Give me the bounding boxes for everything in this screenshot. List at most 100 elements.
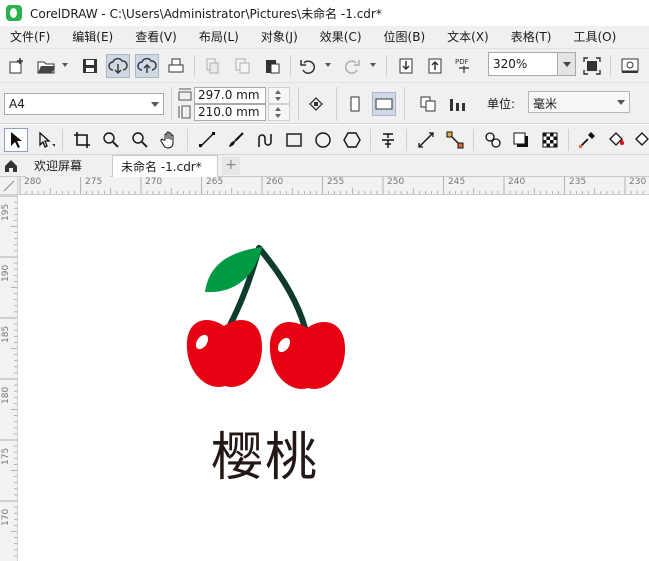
- ruler-origin[interactable]: [0, 177, 18, 195]
- ruler-label: 175: [1, 447, 11, 465]
- menu-object[interactable]: 对象(J): [250, 26, 309, 48]
- current-page-size-button[interactable]: [445, 92, 469, 116]
- pick-tool[interactable]: [4, 128, 28, 152]
- text-tool[interactable]: [376, 128, 400, 152]
- open-dropdown-caret[interactable]: [62, 63, 68, 67]
- pointer-arrow-icon: [11, 132, 22, 148]
- redo-dropdown-caret[interactable]: [370, 63, 376, 67]
- print-icon: [168, 58, 184, 73]
- open-button[interactable]: [34, 54, 58, 78]
- print-button[interactable]: [164, 54, 188, 78]
- connector-tool[interactable]: [443, 128, 467, 152]
- options-button[interactable]: [618, 54, 642, 78]
- ruler-label: 255: [327, 177, 345, 187]
- redo-button[interactable]: [340, 54, 364, 78]
- rectangle-icon: [286, 133, 302, 147]
- export-button[interactable]: [423, 54, 447, 78]
- ellipse-tool[interactable]: [311, 128, 335, 152]
- zoom-dropdown-button[interactable]: [557, 53, 575, 75]
- freehand-tool[interactable]: [195, 128, 219, 152]
- cherry-left[interactable]: [186, 319, 263, 387]
- save-button[interactable]: [78, 54, 102, 78]
- cloud-download-button[interactable]: [106, 54, 130, 78]
- zoom-level-combobox[interactable]: 320%: [488, 52, 576, 76]
- menu-text[interactable]: 文本(X): [436, 26, 500, 48]
- ruler-label: 195: [1, 203, 11, 221]
- save-icon: [83, 59, 97, 73]
- vertical-ruler[interactable]: 195 190 185 180 175 170: [0, 195, 18, 561]
- tab-document[interactable]: 未命名 -1.cdr*: [112, 155, 218, 177]
- cherry-illustration[interactable]: [19, 196, 649, 561]
- menu-table[interactable]: 表格(T): [500, 26, 563, 48]
- ruler-label: 265: [206, 177, 224, 187]
- drop-shadow-tool[interactable]: [509, 128, 533, 152]
- menu-layout[interactable]: 布局(L): [188, 26, 250, 48]
- page-orientation-icon: [309, 97, 323, 111]
- page-width-input[interactable]: 297.0 mm: [194, 87, 266, 104]
- all-pages-button[interactable]: [304, 92, 328, 116]
- blend-icon: [485, 132, 501, 148]
- home-tab[interactable]: [0, 155, 22, 177]
- brush-icon: [229, 132, 244, 147]
- all-pages-size-button[interactable]: [416, 92, 440, 116]
- interactive-fill-tool[interactable]: [604, 128, 628, 152]
- toolbox: [0, 125, 649, 155]
- cherry-caption-text[interactable]: 樱桃: [211, 415, 319, 490]
- pan-tool[interactable]: [157, 128, 181, 152]
- paste-button[interactable]: [260, 54, 284, 78]
- horizontal-ruler[interactable]: 280 275 270 265 260 255 250 245 240 235 …: [18, 177, 649, 195]
- import-button[interactable]: [394, 54, 418, 78]
- transparency-tool[interactable]: [538, 128, 562, 152]
- publish-pdf-button[interactable]: PDF: [452, 54, 476, 78]
- drawing-canvas[interactable]: 樱桃: [19, 196, 649, 561]
- dimension-icon: [418, 132, 434, 148]
- blend-tool[interactable]: [481, 128, 505, 152]
- menu-file[interactable]: 文件(F): [0, 26, 61, 48]
- full-screen-preview-button[interactable]: [580, 54, 604, 78]
- page-width-spinner[interactable]: [268, 87, 290, 104]
- cut-button[interactable]: [200, 54, 224, 78]
- copy-button[interactable]: [230, 54, 254, 78]
- page-size-select[interactable]: A4: [4, 93, 164, 115]
- menu-edit[interactable]: 编辑(E): [61, 26, 124, 48]
- eyedropper-tool[interactable]: [575, 128, 599, 152]
- landscape-button[interactable]: [372, 92, 396, 116]
- units-value: 毫米: [533, 97, 558, 111]
- portrait-button[interactable]: [343, 92, 367, 116]
- rectangle-tool[interactable]: [282, 128, 306, 152]
- page-height-spinner[interactable]: [268, 104, 290, 121]
- new-tab-button[interactable]: +: [222, 157, 240, 175]
- menu-bitmaps[interactable]: 位图(B): [373, 26, 437, 48]
- export-icon: [428, 58, 442, 74]
- units-select[interactable]: 毫米: [528, 91, 630, 113]
- menu-view[interactable]: 查看(V): [124, 26, 188, 48]
- new-document-icon: [9, 58, 23, 74]
- shape-tool[interactable]: [33, 128, 57, 152]
- ruler-label: 250: [387, 177, 405, 187]
- pages-icon: [420, 96, 436, 112]
- undo-icon: [300, 60, 316, 74]
- cherry-right[interactable]: [269, 321, 346, 389]
- smart-fill-tool[interactable]: [630, 128, 649, 152]
- menu-tools[interactable]: 工具(O): [562, 26, 627, 48]
- menu-effects[interactable]: 效果(C): [309, 26, 373, 48]
- page-height-input[interactable]: 210.0 mm: [194, 104, 266, 121]
- shadow-icon: [513, 132, 528, 147]
- undo-button[interactable]: [296, 54, 320, 78]
- menu-bar: 文件(F) 编辑(E) 查看(V) 布局(L) 对象(J) 效果(C) 位图(B…: [0, 26, 649, 48]
- undo-dropdown-caret[interactable]: [325, 63, 331, 67]
- crop-tool[interactable]: [70, 128, 94, 152]
- new-document-button[interactable]: [4, 54, 28, 78]
- ruler-label: 170: [1, 508, 11, 526]
- artistic-media-tool[interactable]: [224, 128, 248, 152]
- search-icon: [132, 132, 148, 148]
- zoom-out-tool[interactable]: [128, 128, 152, 152]
- cloud-upload-button[interactable]: [135, 54, 159, 78]
- pen-tool[interactable]: [253, 128, 277, 152]
- zoom-tool[interactable]: [99, 128, 123, 152]
- pen-line-icon: [199, 132, 215, 148]
- tab-welcome-screen[interactable]: 欢迎屏幕: [26, 155, 110, 177]
- polygon-tool[interactable]: [340, 128, 364, 152]
- toolbar-separator: [290, 55, 291, 77]
- dimension-tool[interactable]: [414, 128, 438, 152]
